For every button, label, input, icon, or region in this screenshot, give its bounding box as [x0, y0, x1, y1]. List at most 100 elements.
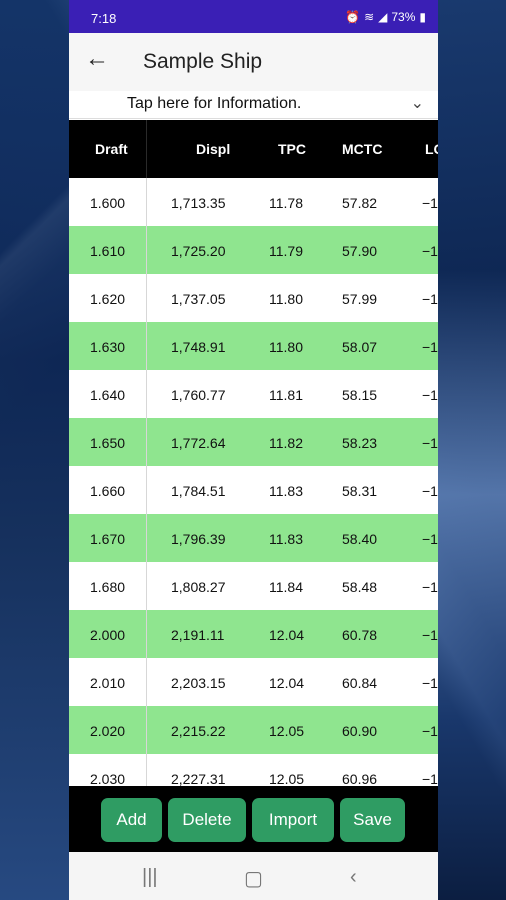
cell-displ: 1,748.91 — [171, 339, 226, 355]
cell-mctc: 60.90 — [342, 723, 378, 739]
app-bar: ← Sample Ship — [69, 33, 438, 91]
table-row[interactable]: 2.030 2,227.31 12.05 60.96 −1 — [69, 754, 438, 786]
status-icons: ⏰ ≋ ◢ 73% ▮ — [345, 10, 426, 24]
cell-lcb: −1 — [422, 291, 438, 307]
cell-lcb: −1 — [422, 531, 438, 547]
cell-draft: 1.660 — [90, 483, 126, 499]
battery-percent: 73% — [391, 10, 416, 24]
column-divider — [146, 120, 147, 178]
import-button[interactable]: Import — [252, 798, 334, 842]
cell-mctc: 58.48 — [342, 579, 378, 595]
cell-lcb: −1 — [422, 339, 438, 355]
column-divider — [146, 370, 147, 418]
recent-apps-icon[interactable]: ||| — [142, 866, 158, 889]
table-row[interactable]: 1.610 1,725.20 11.79 57.90 −1 — [69, 226, 438, 274]
cell-displ: 1,725.20 — [171, 243, 226, 259]
cell-mctc: 57.90 — [342, 243, 378, 259]
cell-mctc: 60.96 — [342, 771, 378, 786]
header-draft: Draft — [95, 141, 128, 157]
cell-draft: 2.030 — [90, 771, 126, 786]
table-row[interactable]: 2.000 2,191.11 12.04 60.78 −1 — [69, 610, 438, 658]
cell-displ: 1,760.77 — [171, 387, 226, 403]
cell-lcb: −1 — [422, 771, 438, 786]
action-toolbar: Add Delete Import Save — [69, 786, 438, 852]
cell-tpc: 11.83 — [269, 483, 303, 499]
column-divider — [146, 562, 147, 610]
cell-draft: 1.670 — [90, 531, 126, 547]
table-row[interactable]: 1.670 1,796.39 11.83 58.40 −1 — [69, 514, 438, 562]
cell-displ: 1,808.27 — [171, 579, 226, 595]
cell-draft: 1.680 — [90, 579, 126, 595]
table-row[interactable]: 1.650 1,772.64 11.82 58.23 −1 — [69, 418, 438, 466]
cell-displ: 1,713.35 — [171, 195, 226, 211]
back-arrow-icon[interactable]: ← — [85, 45, 109, 73]
cell-mctc: 57.82 — [342, 195, 378, 211]
cell-lcb: −1 — [422, 243, 438, 259]
save-button[interactable]: Save — [340, 798, 405, 842]
cell-displ: 2,191.11 — [171, 627, 225, 643]
cell-tpc: 11.80 — [269, 291, 303, 307]
phone-screen: 7:18 ⏰ ≋ ◢ 73% ▮ ← Sample Ship Tap here … — [69, 0, 438, 900]
cell-mctc: 58.07 — [342, 339, 378, 355]
cell-lcb: −1 — [422, 627, 438, 643]
column-divider — [146, 178, 147, 226]
table-row[interactable]: 1.640 1,760.77 11.81 58.15 −1 — [69, 370, 438, 418]
cell-tpc: 12.05 — [269, 723, 305, 739]
cell-draft: 2.020 — [90, 723, 126, 739]
cell-draft: 1.600 — [90, 195, 126, 211]
column-divider — [146, 466, 147, 514]
header-tpc: TPC — [278, 141, 306, 157]
info-dropdown[interactable]: Tap here for Information. ⌄ — [69, 91, 438, 119]
cell-draft: 1.640 — [90, 387, 126, 403]
delete-button[interactable]: Delete — [168, 798, 246, 842]
signal-icon: ◢ — [378, 10, 388, 24]
cell-displ: 1,796.39 — [171, 531, 226, 547]
column-divider — [146, 610, 147, 658]
cell-lcb: −1 — [422, 579, 438, 595]
table-row[interactable]: 1.600 1,713.35 11.78 57.82 −1 — [69, 178, 438, 226]
cell-mctc: 60.84 — [342, 675, 378, 691]
cell-tpc: 12.04 — [269, 675, 305, 691]
cell-lcb: −1 — [422, 483, 438, 499]
back-nav-icon[interactable]: ‹ — [350, 866, 357, 889]
column-divider — [146, 274, 147, 322]
cell-tpc: 11.79 — [269, 243, 303, 259]
table-row[interactable]: 1.680 1,808.27 11.84 58.48 −1 — [69, 562, 438, 610]
table-header: Draft Displ TPC MCTC LC — [69, 120, 438, 178]
system-nav-bar: ||| ▢ ‹ — [69, 852, 438, 900]
table-row[interactable]: 1.660 1,784.51 11.83 58.31 −1 — [69, 466, 438, 514]
table-row[interactable]: 1.620 1,737.05 11.80 57.99 −1 — [69, 274, 438, 322]
header-displ: Displ — [196, 141, 231, 157]
cell-mctc: 58.23 — [342, 435, 378, 451]
cell-tpc: 11.81 — [269, 387, 303, 403]
cell-lcb: −1 — [422, 723, 438, 739]
home-icon[interactable]: ▢ — [244, 866, 263, 891]
chevron-down-icon: ⌄ — [410, 95, 424, 112]
cell-tpc: 11.78 — [269, 195, 303, 211]
table-row[interactable]: 2.020 2,215.22 12.05 60.90 −1 — [69, 706, 438, 754]
cell-mctc: 58.15 — [342, 387, 378, 403]
cell-tpc: 12.04 — [269, 627, 305, 643]
cell-lcb: −1 — [422, 675, 438, 691]
cell-displ: 1,737.05 — [171, 291, 226, 307]
cell-draft: 1.620 — [90, 291, 126, 307]
hydrostatic-table[interactable]: 1.600 1,713.35 11.78 57.82 −1 1.610 1,725.20 11… — [69, 178, 438, 786]
info-text: Tap here for Information. — [127, 95, 302, 112]
cell-mctc: 58.40 — [342, 531, 378, 547]
cell-displ: 2,203.15 — [171, 675, 226, 691]
table-row[interactable]: 2.010 2,203.15 12.04 60.84 −1 — [69, 658, 438, 706]
page-title: Sample Ship — [143, 50, 263, 73]
column-divider — [146, 418, 147, 466]
cell-draft: 1.650 — [90, 435, 126, 451]
cell-lcb: −1 — [422, 195, 438, 211]
header-lc: LC — [425, 141, 438, 157]
table-row[interactable]: 1.630 1,748.91 11.80 58.07 −1 — [69, 322, 438, 370]
column-divider — [146, 754, 147, 786]
cell-mctc: 58.31 — [342, 483, 378, 499]
wifi-icon: ≋ — [364, 10, 375, 24]
battery-icon: ▮ — [419, 10, 426, 24]
cell-draft: 2.010 — [90, 675, 126, 691]
column-divider — [146, 706, 147, 754]
add-button[interactable]: Add — [101, 798, 162, 842]
cell-tpc: 11.80 — [269, 339, 303, 355]
